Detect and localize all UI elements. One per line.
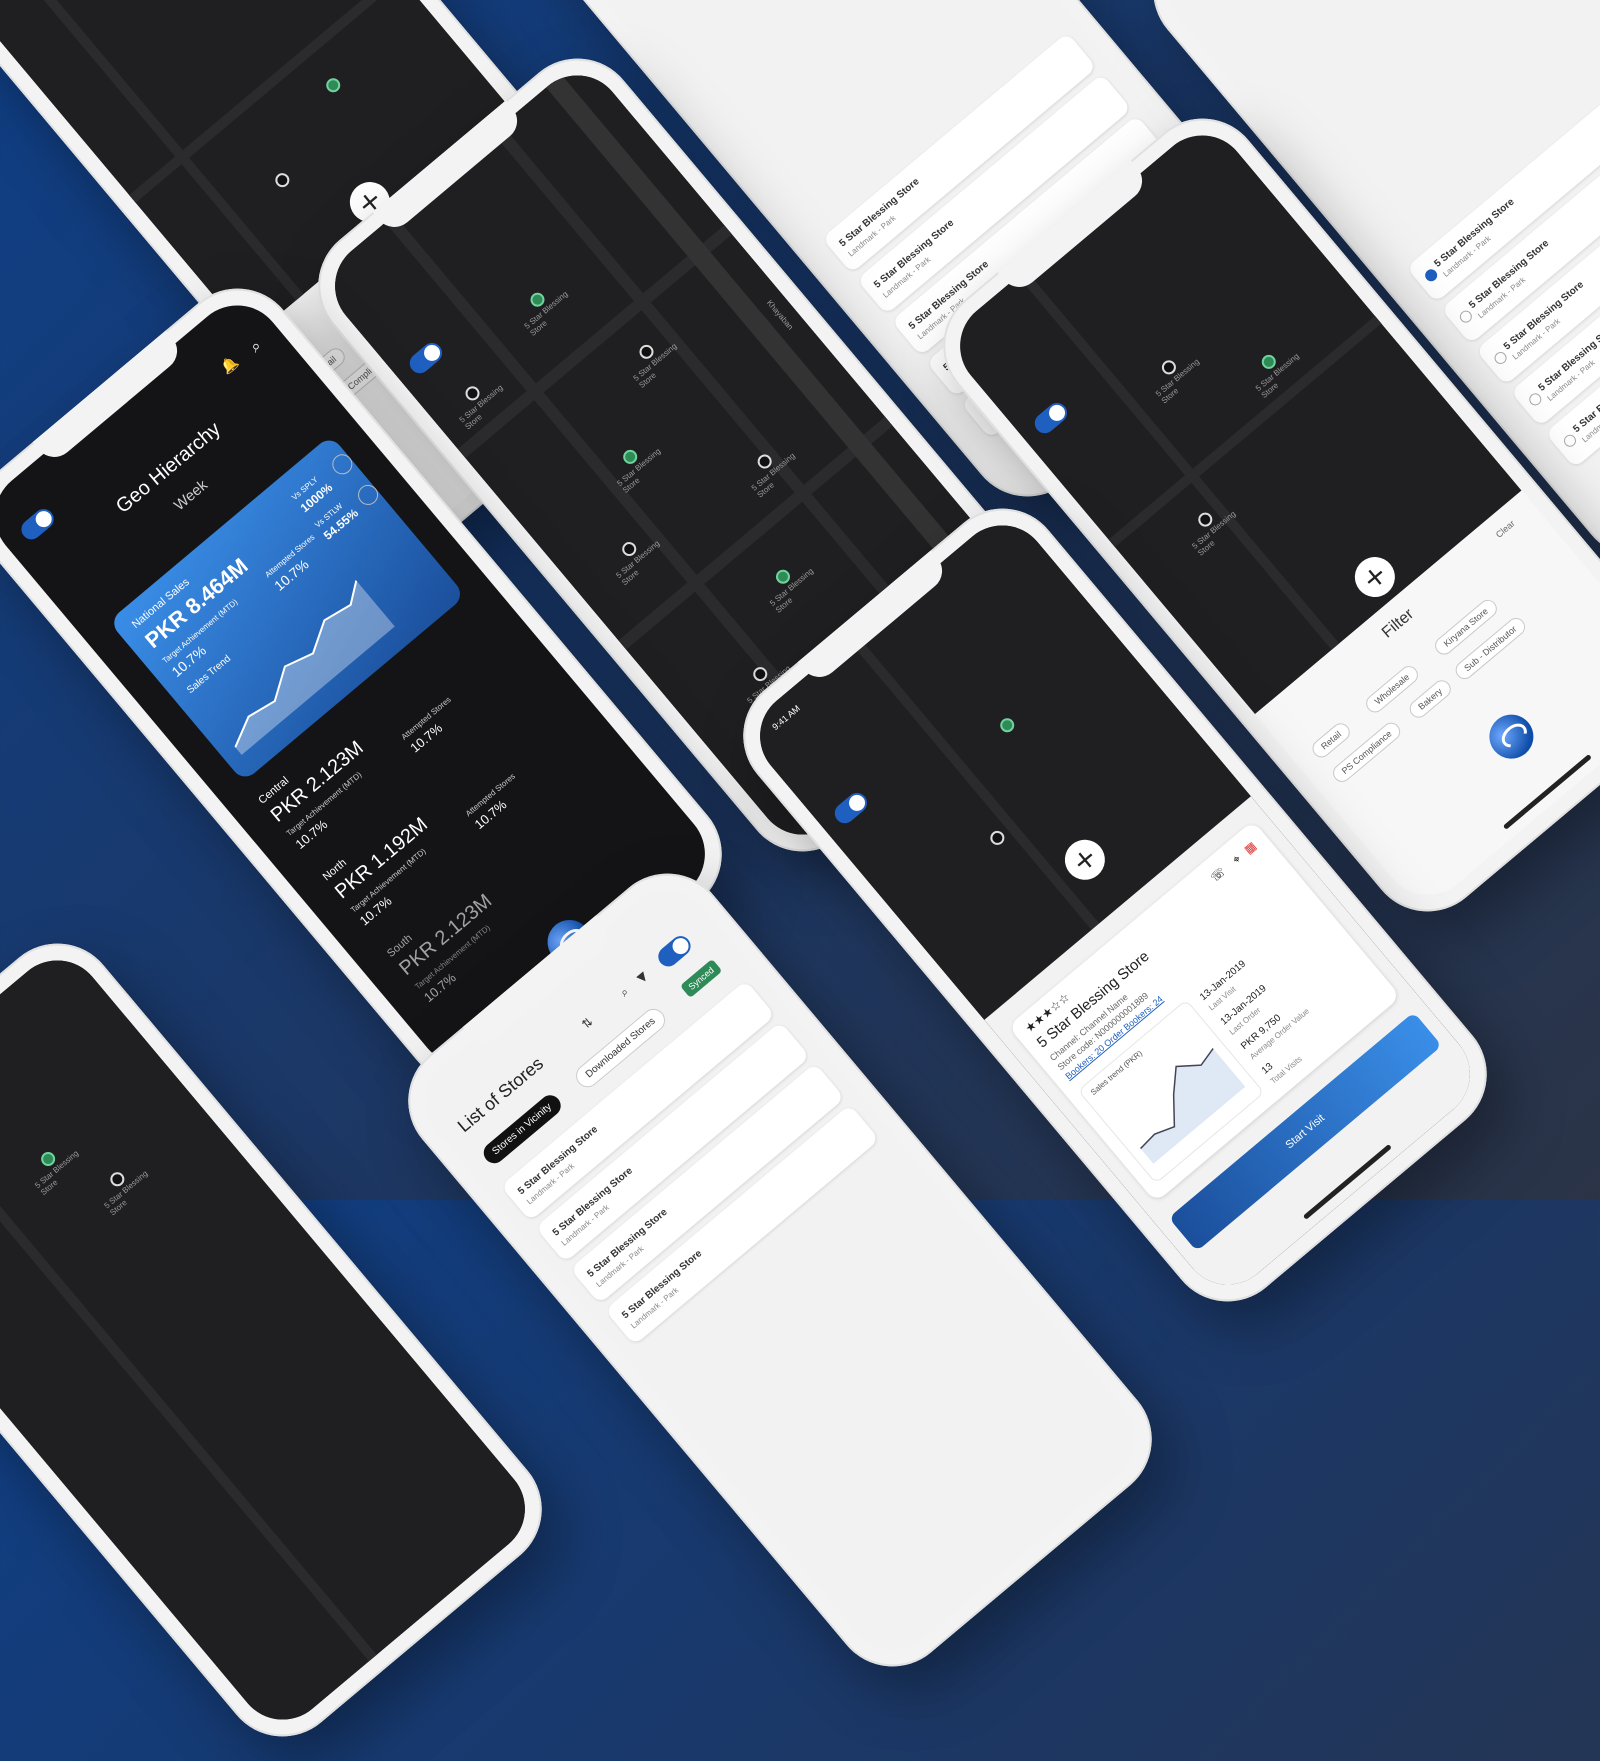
map-road (0, 0, 312, 310)
store-pin[interactable] (997, 715, 1018, 736)
radio-button[interactable] (1422, 266, 1440, 284)
sort-icon[interactable]: ⇅ (579, 1015, 596, 1032)
chip-retail[interactable]: Retail (1308, 719, 1354, 762)
clear-button[interactable]: Clear (1494, 518, 1517, 539)
bell-icon[interactable]: 🔔 (218, 354, 242, 377)
phone-icon[interactable]: ☏ (1208, 864, 1229, 884)
radio-button[interactable] (1457, 308, 1475, 326)
search-icon[interactable]: ⌕ (617, 985, 632, 1001)
calendar-icon[interactable]: ▦ (1241, 839, 1259, 857)
sales-trend-line (1140, 1048, 1246, 1164)
period-selector[interactable]: Week (171, 477, 211, 514)
online-toggle[interactable] (654, 932, 695, 971)
filter-icon[interactable]: ▼ (634, 969, 650, 986)
store-pin[interactable] (272, 170, 293, 191)
page-title: Geo Hierarchy (111, 418, 225, 518)
online-toggle[interactable] (17, 504, 58, 544)
brand-logo (1480, 705, 1543, 768)
map-road (848, 633, 1127, 963)
online-toggle[interactable] (405, 338, 447, 378)
status-time: 9:41 AM (770, 703, 802, 733)
location-icon[interactable]: ⌖ (1229, 852, 1244, 868)
add-button[interactable]: + (1056, 831, 1114, 888)
radio-button[interactable] (1526, 390, 1544, 408)
store-pin[interactable] (987, 828, 1008, 848)
filter-title: Filter (1378, 605, 1418, 642)
online-toggle[interactable] (830, 788, 872, 828)
radio-button[interactable] (1561, 432, 1579, 450)
radio-button[interactable] (1492, 349, 1510, 367)
store-pin[interactable] (323, 75, 344, 96)
map-road (129, 0, 412, 203)
search-icon[interactable]: ⌕ (246, 336, 266, 357)
chip-bakery[interactable]: Bakery (1406, 676, 1455, 722)
online-toggle[interactable] (1030, 398, 1072, 438)
sync-badge: Synced (679, 958, 723, 999)
